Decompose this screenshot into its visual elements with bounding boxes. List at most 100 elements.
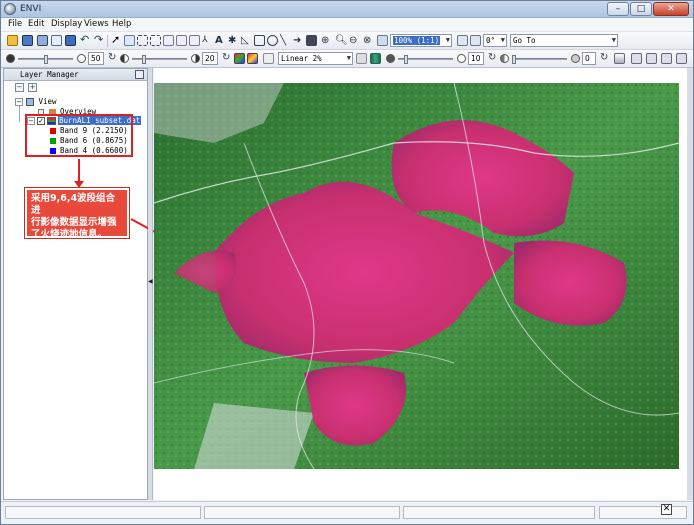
redo-icon[interactable]: ↷ bbox=[94, 34, 105, 46]
maximize-button[interactable]: □ bbox=[630, 2, 652, 16]
minimize-button[interactable]: – bbox=[607, 2, 629, 16]
zoom-level-value: 100% (1:1) bbox=[393, 36, 441, 45]
annotation-line-1: 采用9,6,4波段组合进 bbox=[31, 193, 116, 216]
swipe-icon[interactable] bbox=[661, 53, 672, 64]
status-cell-1 bbox=[5, 506, 201, 519]
export-icon[interactable] bbox=[51, 35, 62, 46]
cancel-process-icon[interactable]: ✕ bbox=[661, 504, 672, 515]
menu-views[interactable]: Views bbox=[81, 19, 112, 29]
envi-window: ENVI – □ ✕ File Edit Display Views Help … bbox=[0, 0, 694, 525]
brightness-value[interactable]: 50 bbox=[88, 52, 104, 65]
histogram-icon[interactable] bbox=[247, 53, 258, 64]
stretch-combo[interactable]: Linear 2% ▼ bbox=[278, 52, 353, 65]
transparency-icon bbox=[500, 54, 509, 63]
chevron-down-icon: ▼ bbox=[611, 36, 616, 44]
zoom-level-combo[interactable]: 100% (1:1) ▼ bbox=[390, 34, 452, 47]
save-icon[interactable] bbox=[22, 35, 33, 46]
histogram-chart-icon[interactable] bbox=[370, 53, 381, 64]
data-manager-icon[interactable] bbox=[65, 35, 76, 46]
status-cell-2 bbox=[204, 506, 400, 519]
text-annotation-icon[interactable]: A bbox=[215, 35, 226, 46]
sharpen-reset-icon[interactable]: ↻ bbox=[488, 53, 499, 64]
transparency-slider-thumb[interactable] bbox=[512, 55, 516, 64]
sharpen-slider[interactable] bbox=[398, 55, 453, 64]
zoom-magnify-icon[interactable]: 🔍︎ bbox=[335, 35, 348, 46]
open-file-icon[interactable] bbox=[7, 35, 18, 46]
ellipse-annotation-icon[interactable] bbox=[267, 35, 278, 46]
left-panel-splitter[interactable]: ◀ bbox=[148, 68, 153, 500]
undo-icon[interactable]: ↶ bbox=[80, 34, 91, 46]
zoom-out-icon[interactable]: ⊖ bbox=[349, 35, 360, 46]
roam-icon[interactable] bbox=[137, 35, 148, 46]
image-view[interactable] bbox=[154, 68, 687, 500]
line-annotation-icon[interactable]: ╲ bbox=[280, 35, 291, 46]
rectangle-annotation-icon[interactable] bbox=[254, 35, 265, 46]
flicker-icon[interactable] bbox=[646, 53, 657, 64]
zoom-to-extent-icon[interactable] bbox=[377, 35, 388, 46]
picture-annotation-icon[interactable] bbox=[306, 35, 317, 46]
stretch-value: Linear 2% bbox=[281, 54, 322, 63]
blend-icon[interactable] bbox=[631, 53, 642, 64]
sharpen-max-icon bbox=[457, 54, 466, 63]
rotate-view-icon[interactable] bbox=[470, 35, 481, 46]
custom-stretch-icon[interactable] bbox=[356, 53, 367, 64]
main-toolbar: ↶ ↷ ➚ ⅄ A ✱ ◺ ╲ ➜ ⊕ 🔍︎ ⊖ ⊗ 100% (1:1) ▼ … bbox=[1, 32, 693, 50]
title-bar: ENVI – □ ✕ bbox=[1, 1, 693, 18]
crosshair-icon[interactable] bbox=[189, 35, 200, 46]
collapse-left-icon[interactable]: ◀ bbox=[148, 278, 153, 285]
zoom-in-icon[interactable]: ⊕ bbox=[321, 35, 332, 46]
transparency-value[interactable]: 0 bbox=[582, 52, 596, 65]
pan-icon[interactable] bbox=[124, 35, 135, 46]
symbol-annotation-icon[interactable]: ✱ bbox=[228, 35, 239, 46]
brightness-slider-thumb[interactable] bbox=[44, 55, 48, 64]
fly-icon[interactable] bbox=[176, 35, 187, 46]
sharpen-slider-thumb[interactable] bbox=[404, 55, 408, 64]
chevron-down-icon: ▼ bbox=[445, 36, 450, 44]
polyline-annotation-icon[interactable]: ➜ bbox=[293, 35, 304, 46]
contrast-slider-thumb[interactable] bbox=[142, 55, 146, 64]
vector-icon[interactable]: ⅄ bbox=[202, 35, 213, 46]
contrast-icon bbox=[120, 54, 129, 63]
toolbar-separator bbox=[107, 35, 108, 47]
envi-app-icon bbox=[4, 3, 16, 15]
contrast-reset-icon[interactable]: ↻ bbox=[222, 53, 233, 64]
menu-help[interactable]: Help bbox=[109, 19, 134, 29]
annotation-line-3: 了火烧迹地信息。 bbox=[31, 229, 108, 240]
menu-file[interactable]: File bbox=[5, 19, 25, 29]
contrast-slider[interactable] bbox=[132, 55, 187, 64]
cursor-value-icon[interactable] bbox=[676, 53, 687, 64]
print-icon[interactable] bbox=[37, 35, 48, 46]
select-arrow-icon[interactable]: ➚ bbox=[111, 34, 122, 46]
menu-bar: File Edit Display Views Help bbox=[1, 18, 693, 32]
transparency-max-icon bbox=[571, 54, 580, 63]
arrow-annotation-icon[interactable]: ◺ bbox=[241, 35, 252, 46]
rgb-stretch-icon[interactable] bbox=[234, 53, 245, 64]
goto-combo[interactable]: Go To ▼ bbox=[510, 34, 618, 47]
layer-manager-panel: Layer Manager − + − View Overview − ✓ Bu… bbox=[3, 68, 148, 500]
sharpen-value[interactable]: 10 bbox=[468, 52, 484, 65]
arrow-head-down bbox=[74, 181, 84, 188]
rotate-icon[interactable] bbox=[163, 35, 174, 46]
rotation-combo[interactable]: 0° ▼ bbox=[483, 34, 507, 47]
menu-display[interactable]: Display bbox=[48, 19, 85, 29]
brightness-reset-icon[interactable]: ↻ bbox=[108, 53, 119, 64]
brightness-slider[interactable] bbox=[18, 55, 73, 64]
satellite-image[interactable] bbox=[154, 83, 679, 469]
transparency-slider[interactable] bbox=[512, 55, 567, 64]
close-button[interactable]: ✕ bbox=[653, 2, 689, 16]
annotation-callout: 采用9,6,4波段组合进 行影像数据显示增强 了火烧迹地信息。 bbox=[24, 187, 130, 240]
zoom-box-icon[interactable] bbox=[150, 35, 161, 46]
brightness-icon bbox=[6, 54, 15, 63]
portal-icon[interactable] bbox=[614, 53, 625, 64]
stretch-type-icon[interactable] bbox=[263, 53, 274, 64]
menu-edit[interactable]: Edit bbox=[25, 19, 47, 29]
contrast-value[interactable]: 20 bbox=[202, 52, 218, 65]
false-color-image-svg bbox=[154, 83, 679, 469]
right-panel-splitter[interactable] bbox=[687, 68, 693, 500]
north-up-icon[interactable] bbox=[457, 35, 468, 46]
transparency-reset-icon[interactable]: ↻ bbox=[600, 53, 611, 64]
zoom-reset-icon[interactable]: ⊗ bbox=[363, 35, 374, 46]
chevron-down-icon: ▼ bbox=[500, 36, 505, 44]
annotation-arrow-svg bbox=[74, 159, 84, 188]
sharpen-icon bbox=[386, 54, 395, 63]
